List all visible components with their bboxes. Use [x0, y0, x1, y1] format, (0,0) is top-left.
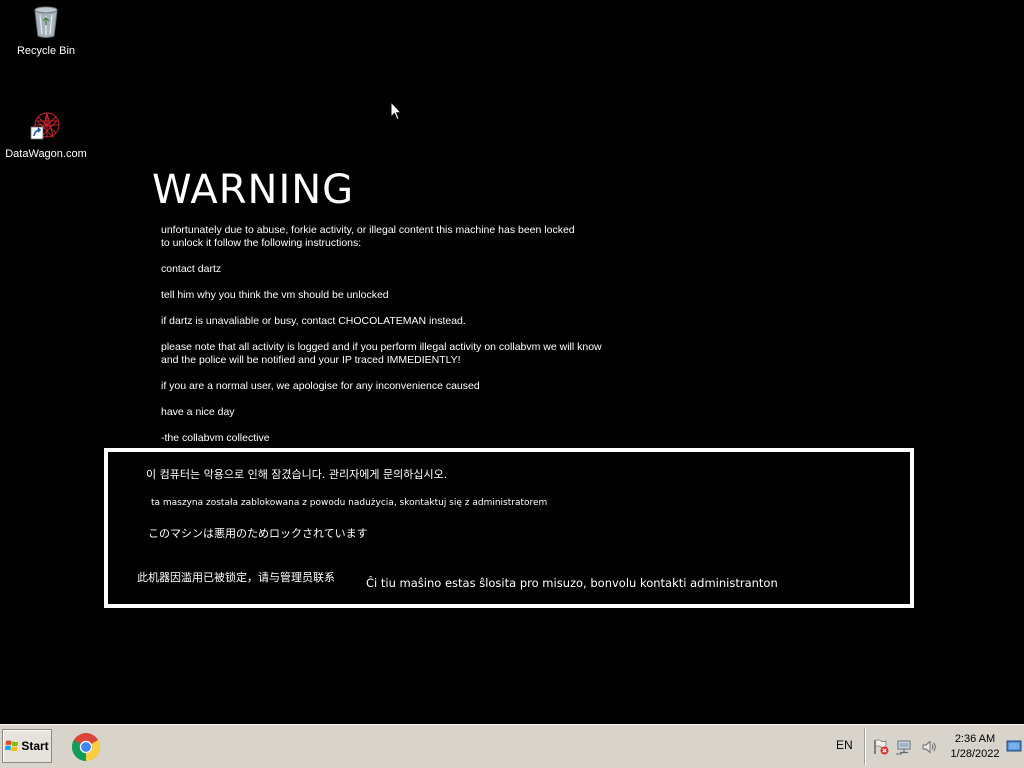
taskbar: Start EN 2:36 AM 1/28/2022: [0, 724, 1024, 768]
notice-japanese: このマシンは悪用のためロックされています: [148, 527, 368, 540]
datawagon-shortcut-icon: [30, 112, 60, 140]
taskbar-chrome-button[interactable]: [68, 729, 104, 765]
desktop-icon-datawagon[interactable]: DataWagon.com: [0, 110, 92, 161]
show-desktop-icon[interactable]: [1006, 737, 1022, 755]
chrome-icon: [72, 733, 100, 761]
notice-esperanto: Ĉi tiu maŝino estas ŝlosita pro misuzo, …: [366, 576, 778, 590]
notice-korean: 이 컴퓨터는 악용으로 인해 잠겼습니다. 관리자에게 문의하십시오.: [146, 468, 448, 481]
warning-title: WARNING: [152, 167, 355, 213]
warning-paragraph: unfortunately due to abuse, forkie activ…: [161, 224, 721, 250]
clock-time: 2:36 AM: [954, 733, 996, 745]
warning-line: unfortunately due to abuse, forkie activ…: [161, 224, 575, 249]
desktop-icon-recycle-bin[interactable]: Recycle Bin: [0, 5, 92, 58]
volume-icon[interactable]: [921, 738, 939, 756]
warning-paragraph: tell him why you think the vm should be …: [161, 289, 389, 301]
action-center-flag-icon[interactable]: [872, 738, 890, 756]
system-tray: 2:36 AM 1/28/2022: [864, 728, 1022, 765]
desktop: Recycle Bin DataWagon.com WARNING unfort…: [0, 0, 1024, 724]
mouse-cursor-icon: [390, 101, 402, 121]
network-icon[interactable]: [896, 738, 914, 756]
desktop-icon-label: DataWagon.com: [5, 148, 87, 160]
language-indicator[interactable]: EN: [836, 738, 853, 752]
multilingual-notice-box: 이 컴퓨터는 악용으로 인해 잠겼습니다. 관리자에게 문의하십시오. ta m…: [104, 448, 914, 608]
warning-paragraph: if dartz is unavaliable or busy, contact…: [161, 315, 466, 327]
windows-logo-icon: [5, 740, 19, 752]
warning-paragraph: if you are a normal user, we apologise f…: [161, 380, 480, 392]
notice-chinese: 此机器因滥用已被锁定，请与管理员联系: [137, 571, 335, 584]
desktop-icon-label: Recycle Bin: [16, 45, 76, 57]
notice-polish: ta maszyna została zablokowana z powodu …: [151, 498, 548, 508]
warning-paragraph: have a nice day: [161, 406, 235, 418]
start-label: Start: [21, 739, 49, 753]
warning-paragraph: contact dartz: [161, 263, 222, 275]
start-button[interactable]: Start: [2, 729, 52, 763]
warning-signature: -the collabvm collective: [161, 432, 270, 444]
warning-message: unfortunately due to abuse, forkie activ…: [161, 224, 721, 458]
taskbar-clock[interactable]: 2:36 AM 1/28/2022: [945, 732, 1005, 762]
warning-line: please note that all activity is logged …: [161, 341, 602, 366]
recycle-bin-icon: [34, 6, 58, 38]
clock-date: 1/28/2022: [950, 748, 1000, 760]
warning-paragraph: please note that all activity is logged …: [161, 341, 721, 367]
